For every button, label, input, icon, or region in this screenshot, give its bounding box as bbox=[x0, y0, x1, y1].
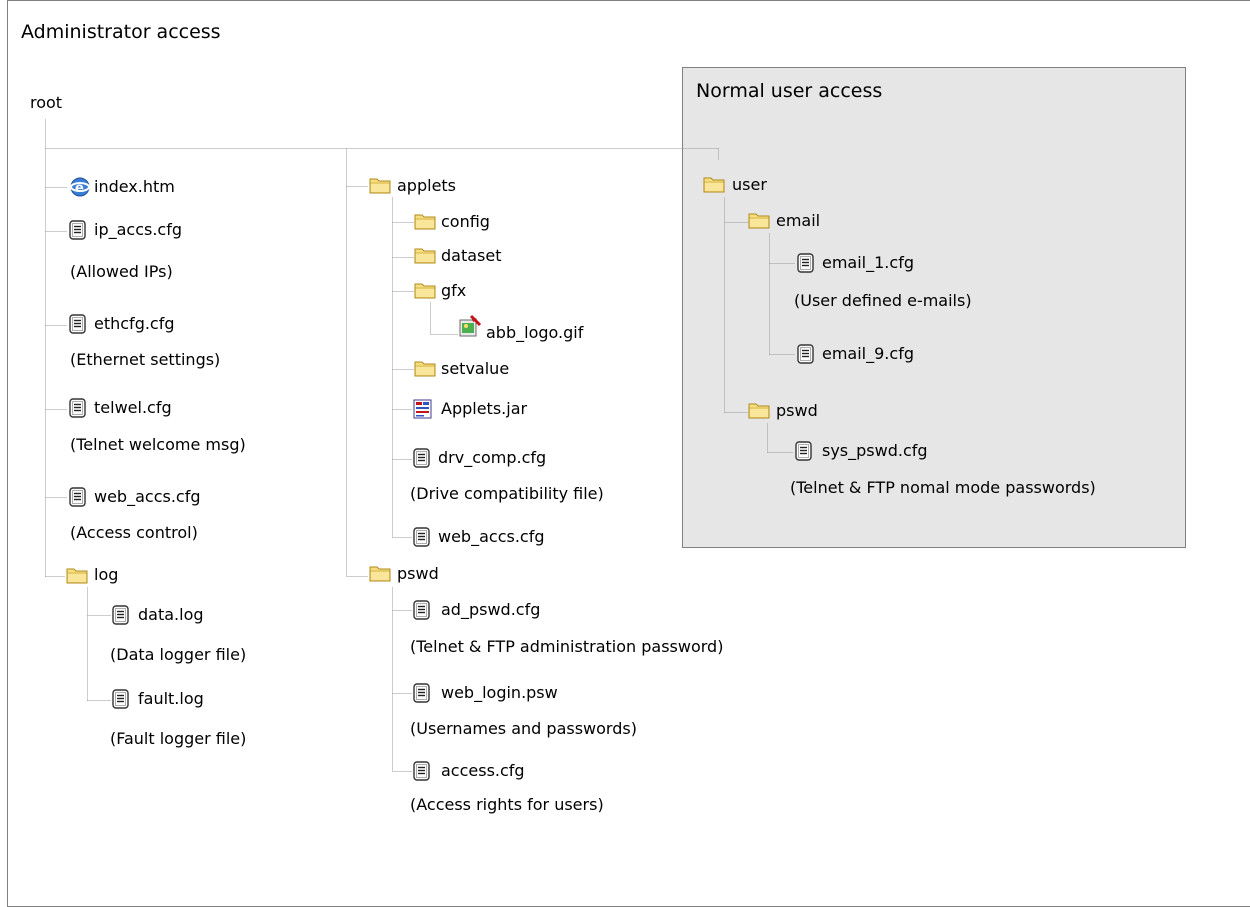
folder-glyph bbox=[748, 403, 770, 419]
folder-icon bbox=[369, 175, 391, 197]
document-glyph bbox=[413, 448, 430, 468]
folder-dataset[interactable]: dataset bbox=[441, 246, 502, 266]
document-glyph bbox=[797, 344, 814, 364]
document-glyph bbox=[413, 683, 430, 703]
folder-applets[interactable]: applets bbox=[397, 176, 456, 196]
document-glyph bbox=[413, 761, 430, 781]
file-access-cfg[interactable]: access.cfg bbox=[441, 761, 525, 781]
jar-file-icon bbox=[412, 398, 434, 420]
folder-glyph bbox=[414, 214, 436, 230]
folder-icon bbox=[414, 245, 436, 267]
folder-email[interactable]: email bbox=[776, 211, 820, 231]
document-icon bbox=[412, 447, 434, 469]
folder-icon bbox=[748, 210, 770, 232]
folder-config[interactable]: config bbox=[441, 212, 490, 232]
folder-icon bbox=[703, 174, 725, 196]
file-drv-comp[interactable]: drv_comp.cfg bbox=[438, 448, 546, 468]
folder-user-pswd[interactable]: pswd bbox=[776, 401, 818, 421]
document-icon bbox=[68, 397, 90, 419]
folder-glyph bbox=[369, 566, 391, 582]
file-telwel[interactable]: telwel.cfg bbox=[94, 398, 172, 418]
note-ip-accs: (Allowed IPs) bbox=[70, 262, 173, 281]
note-sys-pswd: (Telnet & FTP nomal mode passwords) bbox=[790, 478, 1096, 497]
document-icon bbox=[412, 682, 434, 704]
image-file-icon bbox=[458, 314, 482, 337]
file-ad-pswd[interactable]: ad_pswd.cfg bbox=[441, 600, 540, 620]
folder-icon bbox=[414, 280, 436, 302]
document-icon bbox=[412, 760, 434, 782]
note-ad-pswd: (Telnet & FTP administration password) bbox=[410, 637, 724, 656]
folder-glyph bbox=[414, 283, 436, 299]
document-icon bbox=[68, 313, 90, 335]
folder-gfx[interactable]: gfx bbox=[441, 281, 466, 301]
filesystem-diagram: Administrator access Normal user access … bbox=[0, 0, 1250, 907]
document-icon bbox=[796, 343, 818, 365]
document-icon bbox=[111, 688, 133, 710]
document-icon bbox=[111, 604, 133, 626]
document-icon bbox=[412, 599, 434, 621]
folder-glyph bbox=[414, 248, 436, 264]
admin-access-title: Administrator access bbox=[21, 21, 221, 43]
browser-icon-svg: e bbox=[70, 177, 90, 197]
folder-glyph bbox=[703, 177, 725, 193]
folder-icon bbox=[66, 565, 88, 587]
folder-glyph bbox=[414, 361, 436, 377]
file-applets-web-accs[interactable]: web_accs.cfg bbox=[438, 527, 545, 547]
file-sys-pswd[interactable]: sys_pswd.cfg bbox=[822, 441, 928, 461]
folder-glyph bbox=[748, 213, 770, 229]
folder-icon bbox=[369, 563, 391, 585]
file-web-accs[interactable]: web_accs.cfg bbox=[94, 487, 201, 507]
document-icon bbox=[68, 486, 90, 508]
document-icon bbox=[68, 219, 90, 241]
note-email: (User defined e-mails) bbox=[794, 291, 972, 310]
folder-icon bbox=[414, 211, 436, 233]
document-glyph bbox=[797, 253, 814, 273]
jar-file-icon-svg bbox=[413, 399, 432, 419]
folder-glyph bbox=[369, 178, 391, 194]
file-data-log[interactable]: data.log bbox=[138, 605, 204, 625]
note-fault-log: (Fault logger file) bbox=[110, 729, 247, 748]
document-glyph bbox=[69, 487, 86, 507]
document-glyph bbox=[112, 689, 129, 709]
note-web-login: (Usernames and passwords) bbox=[410, 719, 637, 738]
document-icon bbox=[412, 526, 434, 548]
document-glyph bbox=[413, 600, 430, 620]
image-file-icon-svg bbox=[459, 314, 482, 337]
document-glyph bbox=[112, 605, 129, 625]
file-applets-jar[interactable]: Applets.jar bbox=[441, 399, 527, 419]
file-fault-log[interactable]: fault.log bbox=[138, 689, 204, 709]
document-icon bbox=[794, 440, 816, 462]
svg-text:e: e bbox=[75, 181, 84, 196]
file-ethcfg[interactable]: ethcfg.cfg bbox=[94, 314, 175, 334]
document-glyph bbox=[69, 398, 86, 418]
file-index[interactable]: index.htm bbox=[94, 177, 175, 197]
document-glyph bbox=[69, 314, 86, 334]
folder-admin-pswd[interactable]: pswd bbox=[397, 564, 439, 584]
browser-icon: e bbox=[69, 176, 91, 198]
note-drv-comp: (Drive compatibility file) bbox=[410, 484, 604, 503]
file-email-9[interactable]: email_9.cfg bbox=[822, 344, 914, 364]
note-ethcfg: (Ethernet settings) bbox=[70, 350, 221, 369]
folder-user[interactable]: user bbox=[732, 175, 767, 195]
file-ip-accs[interactable]: ip_accs.cfg bbox=[94, 220, 182, 240]
document-icon bbox=[796, 252, 818, 274]
note-telwel: (Telnet welcome msg) bbox=[70, 435, 246, 454]
folder-icon bbox=[414, 358, 436, 380]
folder-log[interactable]: log bbox=[94, 565, 118, 585]
file-email-1[interactable]: email_1.cfg bbox=[822, 253, 914, 273]
normal-access-title: Normal user access bbox=[696, 80, 883, 102]
note-data-log: (Data logger file) bbox=[110, 645, 247, 664]
file-web-login[interactable]: web_login.psw bbox=[441, 683, 558, 703]
file-abb-logo[interactable]: abb_logo.gif bbox=[486, 323, 583, 343]
document-glyph bbox=[413, 527, 430, 547]
folder-glyph bbox=[66, 568, 88, 584]
note-web-accs: (Access control) bbox=[70, 523, 198, 542]
root-label: root bbox=[30, 93, 63, 112]
document-glyph bbox=[795, 441, 812, 461]
folder-setvalue[interactable]: setvalue bbox=[441, 359, 509, 379]
note-access-cfg: (Access rights for users) bbox=[410, 795, 604, 814]
folder-icon bbox=[748, 400, 770, 422]
document-glyph bbox=[69, 220, 86, 240]
